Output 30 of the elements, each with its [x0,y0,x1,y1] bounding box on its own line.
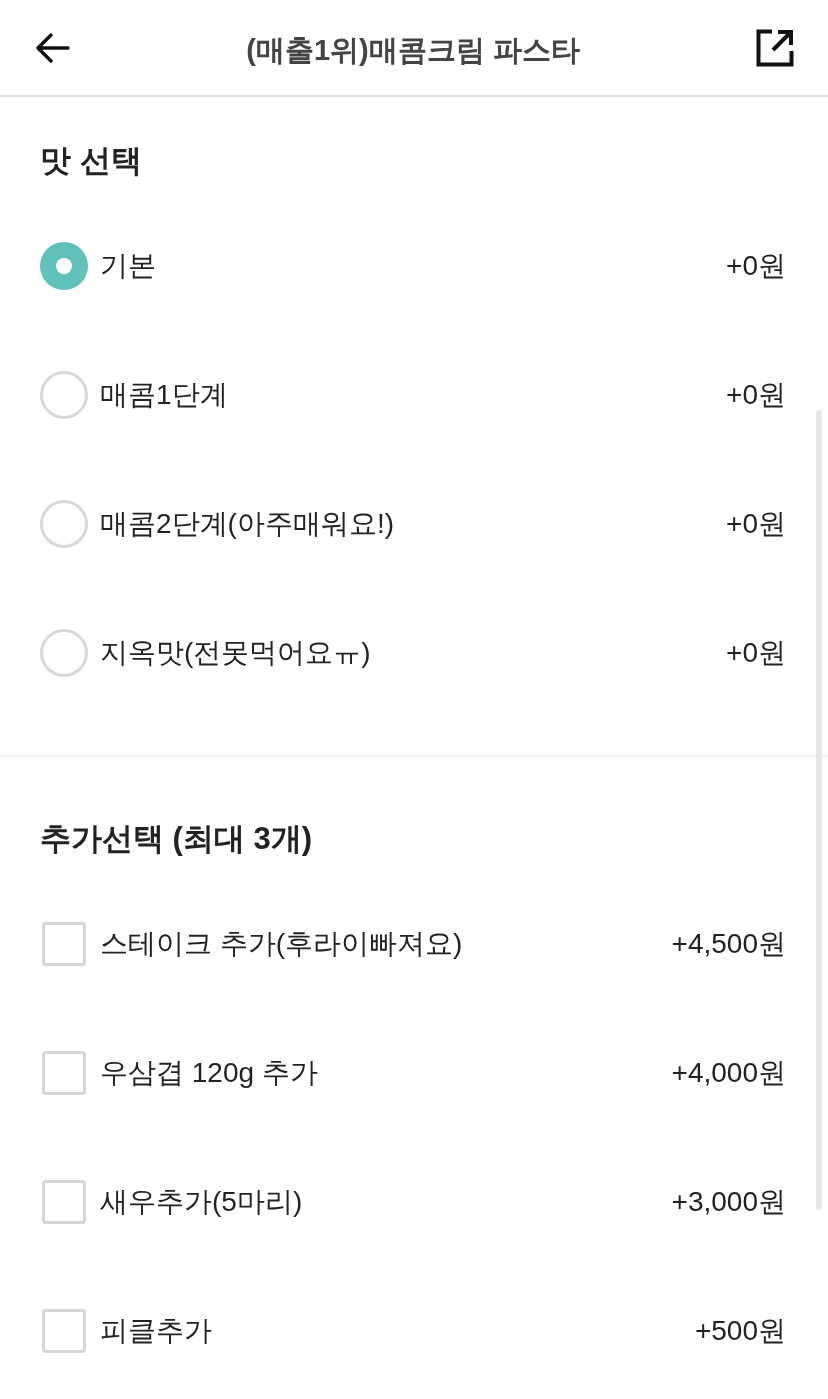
option-price: +3,000원 [671,1184,786,1219]
checkbox[interactable] [42,921,86,966]
option-price: +4,500원 [671,926,786,961]
radio-button[interactable] [40,499,88,548]
checkbox[interactable] [42,1179,86,1224]
section-title: 맛 선택 [39,142,143,180]
option-label: 스테이크 추가(후라이빠져요) [100,926,463,961]
checkbox[interactable] [42,1050,86,1095]
option-price: +0원 [726,248,786,283]
radio-button[interactable] [40,628,88,677]
option-price: +0원 [726,506,786,541]
share-icon[interactable] [756,28,794,67]
radio-button[interactable] [40,241,88,290]
back-arrow-icon[interactable] [36,32,70,63]
radio-button[interactable] [40,370,88,419]
option-price: +500원 [694,1313,786,1348]
option-label: 지옥맛(전못먹어요ㅠ) [100,635,371,670]
option-label: 기본 [100,248,156,283]
option-label: 새우추가(5마리) [100,1184,303,1219]
option-label: 피클추가 [100,1313,212,1348]
scrollbar[interactable] [816,410,822,1210]
option-label: 매콤1단계 [100,377,228,412]
page-title: (매출1위)매콤크림 파스타 [246,32,580,68]
option-price: +0원 [726,635,786,670]
checkbox[interactable] [42,1308,86,1353]
option-price: +0원 [726,377,786,412]
section-title: 추가선택 (최대 3개) [39,820,314,858]
option-label: 매콤2단계(아주매워요!) [100,506,394,541]
option-label: 우삼겹 120g 추가 [100,1055,318,1090]
option-price: +4,000원 [671,1055,786,1090]
